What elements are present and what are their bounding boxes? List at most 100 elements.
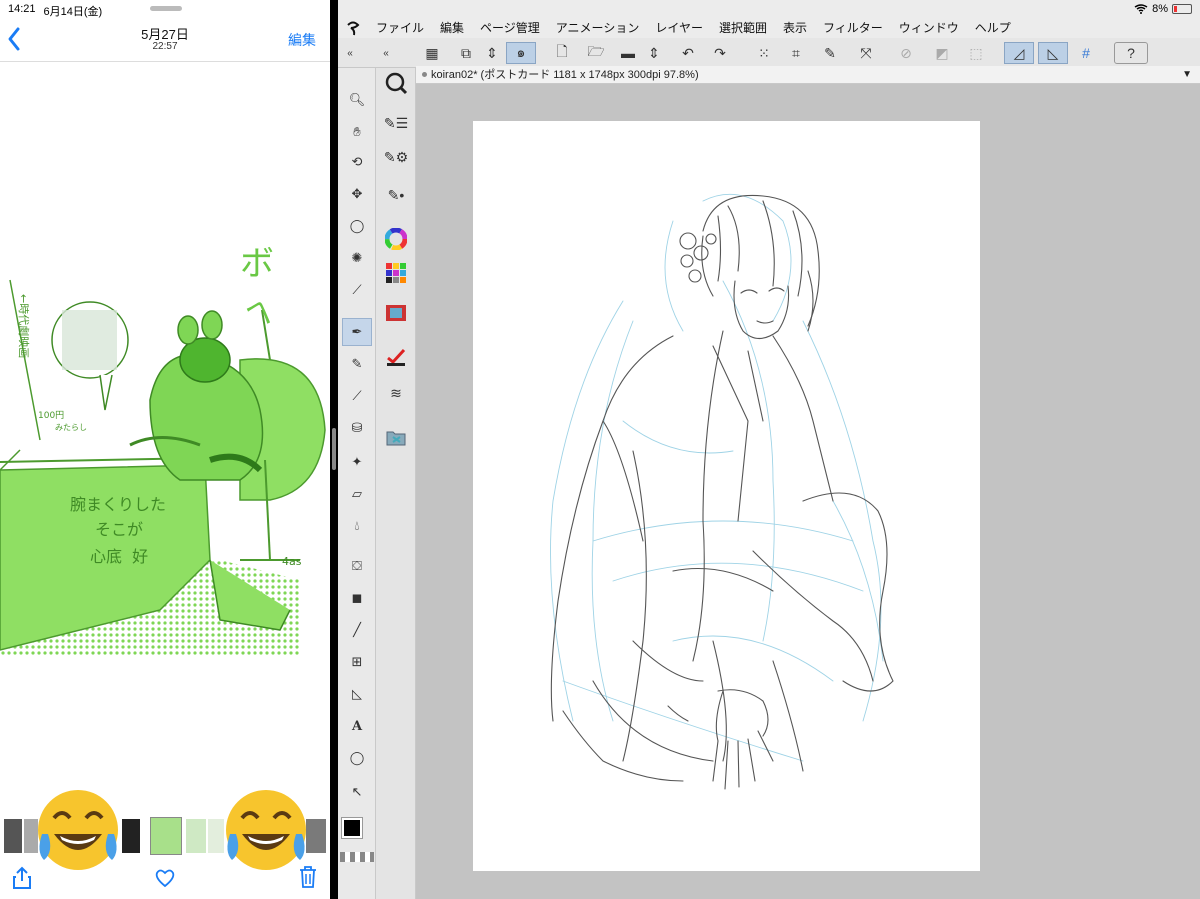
menu-bar: ファイル 編集 ページ管理 アニメーション レイヤー 選択範囲 表示 フィルター… <box>338 18 1200 38</box>
menu-file[interactable]: ファイル <box>368 18 432 38</box>
pen-mask-icon[interactable]: ✎ <box>818 42 842 64</box>
text-icon[interactable]: A <box>342 712 372 740</box>
swirl-icon[interactable]: ๑ <box>506 42 536 64</box>
deselect-icon[interactable]: ⊘ <box>894 42 918 64</box>
lasso-icon[interactable]: ◯ <box>342 212 372 240</box>
material-folder-icon[interactable] <box>381 422 411 452</box>
grid-snap-icon[interactable]: # <box>1074 42 1098 64</box>
crop-icon[interactable]: ⌗ <box>784 42 808 64</box>
fill-icon[interactable]: ⛋ <box>342 552 372 580</box>
thumbnail[interactable] <box>4 819 22 853</box>
magic-wand-icon[interactable]: ✺ <box>342 244 372 272</box>
tool-palette: 🔍︎ ✋︎ ⟲ ✥ ◯ ✺ ⟋ ✒︎ ✎ ⟋ ⛁ ✦ ▱ 💧︎ ⛋ ◼ ╱ ⊞ … <box>338 68 376 899</box>
menu-selection[interactable]: 選択範囲 <box>711 18 775 38</box>
collapse-left2-icon[interactable]: « <box>378 42 394 64</box>
wifi-icon <box>1134 4 1148 14</box>
status-bar-right: 8% <box>1134 3 1192 15</box>
tool-property-icon[interactable]: ✎⚙ <box>381 142 411 172</box>
eyedropper-icon[interactable]: ⟋ <box>342 276 372 304</box>
menu-animation[interactable]: アニメーション <box>548 18 648 38</box>
navigator-icon[interactable] <box>381 68 411 98</box>
color-set-icon[interactable] <box>381 258 411 288</box>
menu-filter[interactable]: フィルター <box>815 18 891 38</box>
tab-status-dot-icon <box>422 72 427 77</box>
layer-stack-icon[interactable]: ≋ <box>381 378 411 408</box>
brush-icon[interactable]: ⟋ <box>342 382 372 410</box>
frame-icon[interactable]: ⊞ <box>342 648 372 676</box>
menu-layer[interactable]: レイヤー <box>647 18 711 38</box>
layer-property-icon[interactable] <box>381 342 411 372</box>
palette-switcher: ✎☰ ✎⚙ ✎• ≋ <box>376 68 416 899</box>
sketch-drawing[interactable] <box>473 121 980 871</box>
open-folder-icon[interactable]: 🗁 <box>584 42 608 64</box>
menu-view[interactable]: 表示 <box>775 18 815 38</box>
airbrush-icon[interactable]: ⛁ <box>342 414 372 442</box>
drawing-canvas[interactable] <box>473 121 980 871</box>
ruler-icon[interactable]: ◿ <box>1004 42 1034 64</box>
trash-icon[interactable] <box>298 865 318 889</box>
timeline-film-icon[interactable] <box>381 298 411 328</box>
grid-icon[interactable]: ▦ <box>420 42 444 64</box>
rotate-icon[interactable]: ⟲ <box>342 148 372 176</box>
transparent-color-swatch[interactable] <box>340 852 374 862</box>
share-icon[interactable] <box>12 866 32 890</box>
blend-icon[interactable]: 💧︎ <box>342 512 372 540</box>
save-icon[interactable]: ▬ <box>616 42 640 64</box>
transform-icon[interactable]: ⤧ <box>854 42 878 64</box>
menu-page-management[interactable]: ページ管理 <box>472 18 548 38</box>
menu-window[interactable]: ウィンドウ <box>891 18 967 38</box>
undo-icon[interactable]: ↶ <box>676 42 700 64</box>
ruler-tool-icon[interactable]: ◺ <box>342 680 372 708</box>
split-view-divider[interactable] <box>330 0 338 899</box>
balloon-icon[interactable]: ◯ <box>342 744 372 772</box>
app-logo-icon[interactable] <box>338 18 368 38</box>
menu-help[interactable]: ヘルプ <box>967 18 1019 38</box>
photo-illustration[interactable]: ボ ヘ ←時代劇映画 100円 みたらし 腕まくりした そこが 心底 ︎ 好 4… <box>0 230 330 660</box>
command-bar: « « ▦ ⧉ ⇕ ๑ 🗋 🗁 ▬ ⇕ ↶ ↷ ⁙ ⌗ ✎ ⤧ ⊘ ◩ ⬚ ◿ … <box>338 38 1200 68</box>
invert-icon[interactable]: ◩ <box>930 42 954 64</box>
dotted-select-icon[interactable]: ⬚ <box>964 42 988 64</box>
line-icon[interactable]: ╱ <box>342 616 372 644</box>
main-color-swatch[interactable] <box>341 817 363 839</box>
ruler2-icon[interactable]: ◺ <box>1038 42 1068 64</box>
copy-icon[interactable]: ⧉ <box>454 42 478 64</box>
help-icon[interactable]: ? <box>1114 42 1148 64</box>
tab-menu-chevron-icon[interactable]: ▼ <box>1182 66 1192 84</box>
updown-icon[interactable]: ⇕ <box>480 42 504 64</box>
photo-text-rolled: 腕まくりした <box>70 495 166 514</box>
gradient-icon[interactable]: ◼ <box>342 584 372 612</box>
document-tab[interactable]: koiran02* (ポストカード 1181 x 1748px 300dpi 9… <box>416 66 1200 84</box>
canvas-area[interactable] <box>416 84 1200 899</box>
sub-tool-icon[interactable]: ✎☰ <box>381 108 411 138</box>
decoration-icon[interactable]: ✦ <box>342 448 372 476</box>
redo-icon[interactable]: ↷ <box>708 42 732 64</box>
thumbnail[interactable] <box>122 819 140 853</box>
window-grabber[interactable] <box>150 6 182 11</box>
updown2-icon[interactable]: ⇕ <box>642 42 666 64</box>
photo-text-coin: 100円 <box>38 410 64 421</box>
collapse-left-icon[interactable]: « <box>342 42 358 64</box>
photos-nav-bar: 5月27日 22:57 編集 <box>0 14 330 62</box>
eraser-icon[interactable]: ▱ <box>342 480 372 508</box>
color-wheel-icon[interactable] <box>381 224 411 254</box>
photo-text-jidaigeki: ←時代劇映画 <box>17 294 31 358</box>
pencil-icon[interactable]: ✎ <box>342 350 372 378</box>
new-doc-icon[interactable]: 🗋 <box>550 42 574 64</box>
photos-bottom-bar <box>0 858 330 899</box>
edit-button[interactable]: 編集 <box>288 30 316 50</box>
pen-icon[interactable]: ✒︎ <box>342 318 372 346</box>
brush-size-icon[interactable]: ✎• <box>381 180 411 210</box>
thumbnail[interactable] <box>186 819 206 853</box>
menu-edit[interactable]: 編集 <box>432 18 472 38</box>
split-view-handle[interactable] <box>332 428 336 470</box>
hand-icon[interactable]: ✋︎ <box>342 118 372 146</box>
battery-percent: 8% <box>1152 3 1168 15</box>
move-icon[interactable]: ✥ <box>342 180 372 208</box>
document-tab-title: koiran02* (ポストカード 1181 x 1748px 300dpi 9… <box>431 69 699 81</box>
thumbnail-selected[interactable] <box>150 817 182 855</box>
zoom-icon[interactable]: 🔍︎ <box>342 86 372 114</box>
object-icon[interactable]: ↖ <box>342 778 372 806</box>
scatter-icon[interactable]: ⁙ <box>752 42 776 64</box>
photo-text-coin-sub: みたらし <box>55 423 87 432</box>
heart-icon[interactable] <box>154 868 176 888</box>
